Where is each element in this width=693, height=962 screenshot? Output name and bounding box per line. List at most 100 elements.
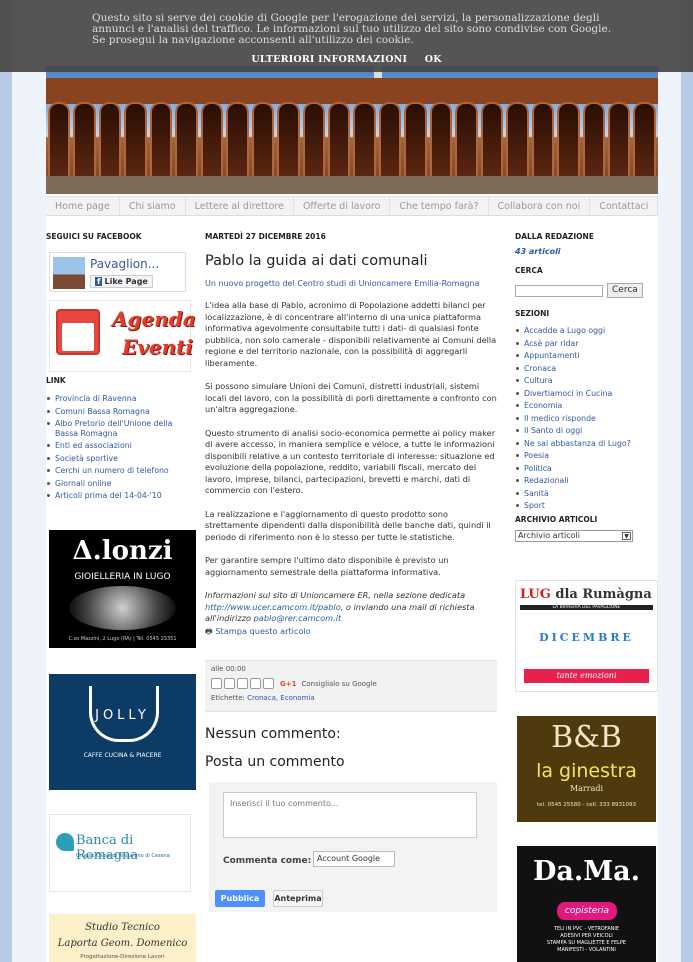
ad-jolly-sub: CAFFE CUCINA & PIACERE — [83, 752, 162, 759]
post-column: MARTEDÌ 27 DICEMBRE 2016 Pablo la guida … — [205, 232, 497, 912]
ad-jolly[interactable]: JOLLY CAFFE CUCINA & PIACERE — [49, 674, 196, 790]
section-link[interactable]: Acsè par ridar — [524, 339, 579, 348]
no-comments-heading: Nessun commento: — [205, 726, 341, 742]
publish-button[interactable]: Pubblica — [215, 890, 265, 907]
post-subtitle: Un nuovo progetto del Centro studi di Un… — [205, 279, 480, 288]
ad-lug-month: DICEMBRE — [539, 631, 634, 644]
tab-chi-siamo[interactable]: Chi siamo — [120, 197, 186, 215]
comment-form: Commenta come: Account Google Pubblica A… — [209, 782, 497, 912]
ad-dama-copisteria[interactable]: Da.Ma. copisteria TELI IN PVC - VETROFAN… — [517, 846, 656, 962]
ad-studio-tecnico[interactable]: Studio Tecnico Laporta Geom. Domenico Pr… — [49, 914, 196, 962]
pablo-link[interactable]: http://www.ucer.camcom.it/pablo — [205, 602, 341, 612]
tags-links[interactable]: Cronaca, Economia — [247, 694, 315, 702]
section-link[interactable]: Poesia — [524, 451, 549, 460]
archive-heading: ARCHIVIO ARTICOLI — [515, 514, 598, 524]
ad-dama-line: STAMPA SU MAGLIETTE E FELPE — [546, 940, 627, 946]
cookie-actions: ULTERIORI INFORMAZIONI OK — [0, 54, 693, 65]
list-item: Redazionali — [515, 476, 658, 486]
search-button[interactable]: Cerca — [607, 283, 643, 298]
post-paragraph: Questo strumento di analisi socio-econom… — [205, 427, 496, 496]
ad-bb-title: B&B — [551, 720, 622, 755]
archive-select[interactable]: Archivio articoli ▼ — [515, 529, 633, 542]
tab-meteo[interactable]: Che tempo farà? — [390, 197, 489, 215]
cookie-more-info-link[interactable]: ULTERIORI INFORMAZIONI — [251, 54, 407, 65]
list-item: Cronaca — [515, 364, 658, 374]
facebook-like-button[interactable]: f Like Page — [90, 275, 153, 288]
pinterest-share-icon[interactable] — [263, 678, 274, 689]
list-item: Articoli prima del 14-04-'10 — [46, 491, 196, 501]
eventi-text: Eventi — [122, 335, 193, 359]
email-share-icon[interactable] — [211, 678, 222, 689]
link-articoli[interactable]: Articoli prima del 14-04-'10 — [55, 491, 162, 500]
link-comuni[interactable]: Comuni Bassa Romagna — [55, 407, 150, 416]
section-link[interactable]: Redazionali — [524, 476, 569, 485]
post-labels: Etichette: Cronaca, Economia — [211, 694, 491, 702]
section-link[interactable]: Sanità — [524, 489, 549, 498]
ad-studio-line1: Studio Tecnico — [85, 922, 160, 933]
cookie-message: Questo sito si serve dei cookie di Googl… — [92, 12, 612, 46]
section-link[interactable]: Appuntamenti — [524, 351, 580, 360]
ad-lug-dla-rumagna[interactable]: LUG dla Rumàgna LA BIRRERIA DEL PAVAGLIO… — [515, 580, 658, 692]
redazione-heading: DALLA REDAZIONE — [515, 232, 594, 241]
link-albo[interactable]: Albo Pretorio dell'Unione della Bassa Ro… — [55, 419, 172, 438]
facebook-page-name[interactable]: Pavaglion... — [90, 257, 159, 271]
agenda-eventi-banner[interactable]: Agenda Eventi — [49, 300, 196, 372]
list-item: Politica — [515, 464, 658, 474]
print-link[interactable]: Stampa questo articolo — [215, 626, 310, 636]
ad-bb-la-ginestra[interactable]: B&B la ginestra Marradi tel. 0545 25580 … — [517, 716, 656, 822]
print-article[interactable]: 🖶 Stampa questo articolo — [205, 626, 497, 640]
post-comment-heading: Posta un commento — [205, 754, 345, 770]
section-link[interactable]: Cronaca — [524, 364, 556, 373]
list-item: Cultura — [515, 376, 658, 386]
cookie-banner: Questo sito si serve dei cookie di Googl… — [0, 0, 693, 72]
facebook-share-icon[interactable] — [250, 678, 261, 689]
ad-lonzi-sub: GIOIELLERIA IN LUGO — [74, 572, 171, 582]
ad-lug-sub: LA BIRRERIA DEL PAVAGLIONE — [520, 605, 653, 610]
tab-home[interactable]: Home page — [46, 197, 120, 215]
post-paragraph: La realizzazione e l'aggiornamento di qu… — [205, 508, 491, 542]
ad-lonzi[interactable]: Δ.lonzi GIOIELLERIA IN LUGO C.so Mazzini… — [49, 530, 196, 648]
gplus-button[interactable]: G+1 — [280, 680, 296, 688]
section-link[interactable]: Il Santo di oggi — [524, 426, 582, 435]
articles-count-link[interactable]: 43 articoli — [515, 247, 658, 256]
section-link[interactable]: Ne sai abbastanza di Lugo? — [524, 439, 631, 448]
ad-dama-line: TELI IN PVC - VETROFANIE — [553, 926, 620, 932]
account-select[interactable]: Account Google — [313, 851, 395, 867]
blog-share-icon[interactable] — [224, 678, 235, 689]
link-telefono[interactable]: Cerchi un numero di telefono — [55, 466, 169, 475]
header-banner-image[interactable] — [46, 66, 658, 194]
post-time[interactable]: alle 00:00 — [211, 665, 491, 673]
section-link[interactable]: Il medico risponde — [524, 414, 596, 423]
preview-button[interactable]: Anteprima — [273, 890, 323, 907]
link-giornali[interactable]: Giornali online — [55, 479, 111, 488]
section-link[interactable]: Politica — [524, 464, 552, 473]
list-item: Sanità — [515, 489, 658, 499]
link-societa[interactable]: Società sportive — [55, 454, 118, 463]
tab-collabora[interactable]: Collabora con noi — [489, 197, 591, 215]
search-input[interactable] — [515, 285, 603, 297]
section-link[interactable]: Divertiamoci in Cucina — [524, 389, 612, 398]
section-link[interactable]: Cultura — [524, 376, 553, 385]
facebook-page-picture[interactable] — [53, 257, 85, 289]
link-provincia[interactable]: Provincia di Ravenna — [55, 394, 137, 403]
pablo-mail-link[interactable]: pablo@rer.camcom.it — [254, 613, 342, 623]
cookie-ok-button[interactable]: OK — [425, 54, 442, 65]
post-paragraph: L'idea alla base di Pablo, acronimo di P… — [205, 300, 497, 368]
link-enti[interactable]: Enti ed associazioni — [55, 441, 132, 450]
tab-lettere[interactable]: Lettere al direttore — [186, 197, 294, 215]
section-link[interactable]: Sport — [524, 501, 545, 510]
ad-jolly-brand: JOLLY — [95, 708, 150, 723]
twitter-share-icon[interactable] — [237, 678, 248, 689]
post-title[interactable]: Pablo la guida ai dati comunali — [205, 253, 497, 269]
banca-logo-icon — [56, 833, 74, 851]
ad-dama-line: MANIFESTI - VOLANTINI — [557, 947, 616, 953]
ad-lug-tag: tante emozioni — [524, 669, 649, 683]
section-link[interactable]: Accadde a Lugo oggi — [524, 326, 605, 335]
section-link[interactable]: Economia — [524, 401, 562, 410]
ad-banca-di-romagna[interactable]: Banca di Romagna Gruppo Cassa di Risparm… — [49, 814, 191, 892]
comment-textarea[interactable] — [223, 792, 477, 838]
tab-offerte[interactable]: Offerte di lavoro — [294, 197, 391, 215]
printer-icon: 🖶 — [205, 625, 213, 636]
tab-contattaci[interactable]: Contattaci — [590, 197, 659, 215]
facebook-widget[interactable]: Pavaglion... f Like Page — [49, 252, 186, 292]
